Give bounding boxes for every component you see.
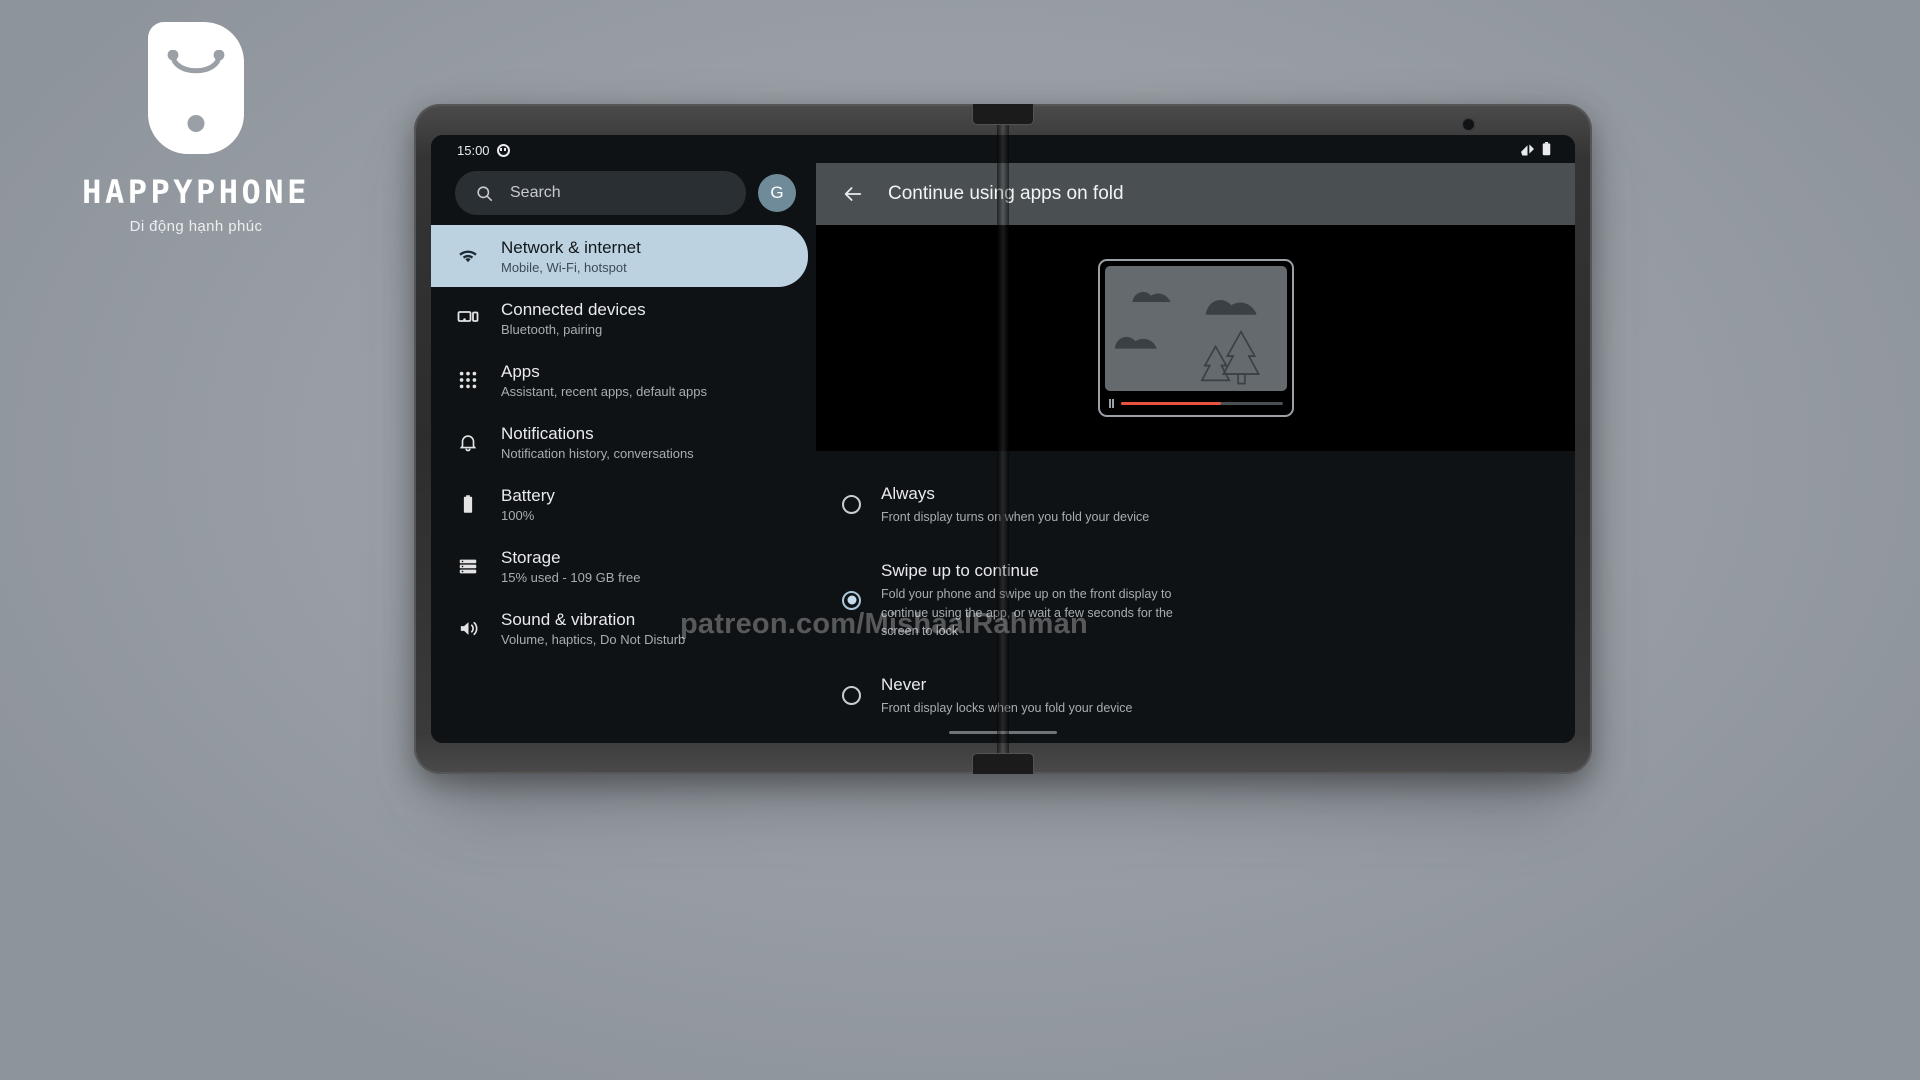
battery-status-icon [1542, 142, 1551, 156]
sidebar-item-title: Apps [501, 361, 540, 381]
sidebar-item-network-internet[interactable]: Network & internet Mobile, Wi-Fi, hotspo… [431, 225, 808, 287]
sidebar-item-subtitle: 100% [501, 508, 535, 524]
radio-option-never[interactable]: Never Front display locks when you fold … [816, 666, 1575, 725]
option-title: Swipe up to continue [881, 561, 1039, 581]
sidebar-item-title: Notifications [501, 423, 594, 443]
volume-icon [455, 615, 481, 641]
smile-handle-icon [167, 50, 225, 74]
right-status-bar [816, 135, 1575, 163]
hinge-notch-top [972, 104, 1034, 125]
search-row: Search G [431, 165, 816, 225]
sidebar-item-notifications[interactable]: Notifications Notification history, conv… [431, 411, 808, 473]
sidebar-item-title: Storage [501, 547, 561, 567]
detail-pane: Continue using apps on fold Always Front… [816, 135, 1575, 743]
connected-devices-icon [455, 305, 481, 331]
radio-button[interactable] [842, 495, 861, 515]
wifi-icon [455, 243, 481, 269]
status-bar-clock: 15:00 [457, 142, 490, 158]
illustration-phone-frame [1097, 259, 1294, 418]
brand-logo-block: HAPPYPHONE Di động hạnh phúc [46, 22, 346, 235]
sidebar-item-subtitle: Notification history, conversations [501, 446, 694, 462]
bell-icon [455, 429, 481, 455]
radio-button[interactable] [842, 590, 861, 610]
home-dot-icon [187, 115, 205, 132]
back-arrow-icon[interactable] [842, 183, 864, 205]
battery-icon [455, 491, 481, 517]
shopping-bag-phone-icon [148, 22, 244, 154]
sidebar-item-battery[interactable]: Battery 100% [431, 473, 808, 535]
illustration-playback-row [1105, 396, 1287, 410]
option-description: Front display turns on when you fold you… [881, 510, 1150, 525]
sidebar-item-connected-devices[interactable]: Connected devices Bluetooth, pairing [431, 287, 808, 349]
device-body: 15:00 Search G Network & internet Mobile… [414, 104, 1592, 774]
hinge-notch-bottom [972, 753, 1034, 774]
sidebar-item-subtitle: Bluetooth, pairing [501, 322, 603, 338]
scene-clouds-trees-icon [1114, 292, 1260, 385]
sidebar-item-subtitle: 15% used - 109 GB free [501, 570, 641, 586]
sidebar-item-title: Sound & vibration [501, 609, 636, 629]
brand-tagline: Di động hạnh phúc [129, 218, 263, 235]
sidebar-item-apps[interactable]: Apps Assistant, recent apps, default app… [431, 349, 808, 411]
sidebar-item-storage[interactable]: Storage 15% used - 109 GB free [431, 535, 808, 597]
sidebar-item-subtitle: Mobile, Wi-Fi, hotspot [501, 260, 627, 276]
radio-option-always[interactable]: Always Front display turns on when you f… [816, 475, 1575, 534]
progress-bar-fill [1120, 401, 1221, 405]
sidebar-item-subtitle: Assistant, recent apps, default apps [501, 384, 707, 400]
brand-name: HAPPYPHONE [82, 173, 310, 211]
search-icon [477, 185, 493, 201]
progress-bar [1120, 401, 1283, 405]
watermark: patreon.com/MishaalRahman [680, 608, 1088, 640]
smiley-face-icon [496, 143, 510, 157]
search-placeholder: Search [510, 184, 561, 201]
front-camera-icon [1463, 119, 1474, 130]
apps-grid-icon [455, 367, 481, 393]
left-status-bar: 15:00 [431, 135, 816, 165]
signal-icon [1521, 144, 1534, 156]
folded-phone-video-illustration [816, 225, 1575, 452]
app-bar: Continue using apps on fold [816, 163, 1575, 226]
sidebar-item-title: Battery [501, 485, 555, 505]
illustration-video-scene [1104, 266, 1287, 392]
storage-icon [455, 553, 481, 579]
sidebar-item-title: Network & internet [501, 237, 641, 257]
foldable-device: 15:00 Search G Network & internet Mobile… [414, 104, 1592, 804]
avatar[interactable]: G [758, 174, 796, 212]
sidebar-item-title: Connected devices [501, 299, 646, 319]
pause-icon [1108, 398, 1114, 408]
option-title: Always [881, 484, 935, 504]
radio-button[interactable] [842, 685, 861, 705]
settings-list: Network & internet Mobile, Wi-Fi, hotspo… [431, 225, 816, 659]
fold-behavior-radio-group: Always Front display turns on when you f… [816, 451, 1575, 743]
device-hinge [997, 104, 1009, 774]
avatar-initial: G [770, 183, 784, 202]
search-input[interactable]: Search [455, 171, 746, 215]
sidebar-item-subtitle: Volume, haptics, Do Not Disturb [501, 632, 686, 648]
settings-list-pane: 15:00 Search G Network & internet Mobile… [431, 135, 816, 743]
